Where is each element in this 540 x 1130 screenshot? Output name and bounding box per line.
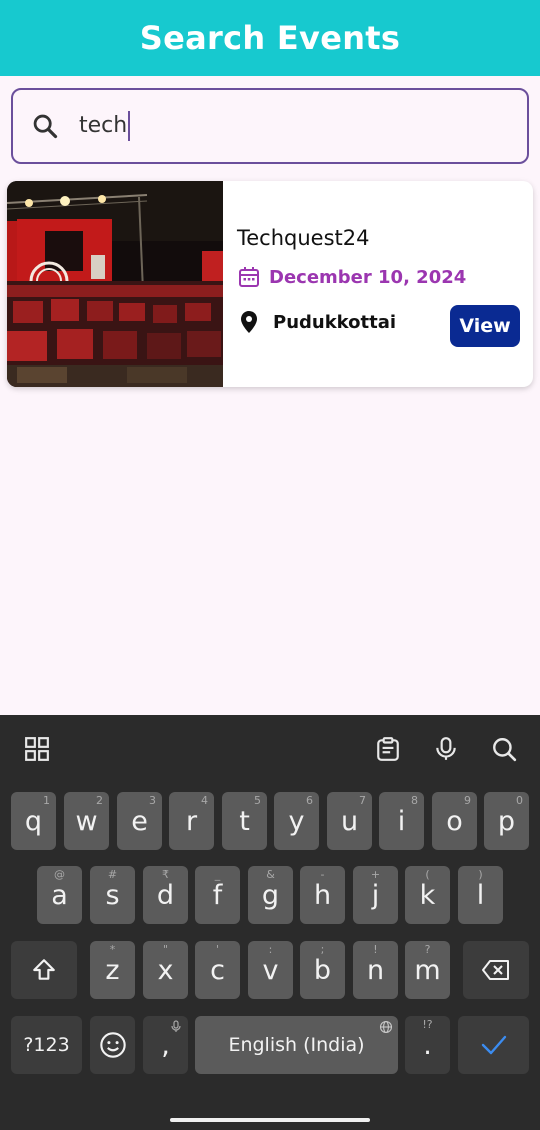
location-pin-icon bbox=[241, 311, 257, 333]
globe-icon bbox=[379, 1020, 393, 1034]
key-q[interactable]: 1q bbox=[11, 792, 56, 850]
text-caret bbox=[128, 111, 131, 141]
key-x[interactable]: " x bbox=[143, 941, 188, 999]
key-s[interactable]: # s bbox=[90, 866, 135, 924]
backspace-key[interactable] bbox=[463, 941, 529, 999]
key-d[interactable]: ₹ d bbox=[143, 866, 188, 924]
checkmark-icon bbox=[481, 1035, 506, 1055]
page-title: Search Events bbox=[139, 19, 401, 57]
key-p[interactable]: 0p bbox=[484, 792, 529, 850]
search-value: tech bbox=[79, 111, 131, 141]
search-icon bbox=[33, 114, 58, 139]
apps-grid-icon[interactable] bbox=[24, 736, 50, 762]
on-screen-keyboard: 1q 2w 3e 4r 5t 6y 7u 8i 9o 0p @ a # s ₹ d _… bbox=[0, 715, 540, 1130]
event-date-row: December 10, 2024 bbox=[237, 265, 466, 289]
key-t[interactable]: 5t bbox=[222, 792, 267, 850]
key-j[interactable]: + j bbox=[353, 866, 398, 924]
event-location-row: Pudukkottai bbox=[239, 310, 396, 334]
key-u[interactable]: 7u bbox=[327, 792, 372, 850]
event-date: December 10, 2024 bbox=[269, 266, 467, 288]
shift-icon bbox=[33, 959, 55, 980]
key-g[interactable]: & g bbox=[248, 866, 293, 924]
done-key[interactable] bbox=[458, 1016, 529, 1074]
event-card[interactable]: Techquest24 December 10, 2024 Pudukkotta… bbox=[7, 181, 533, 387]
emoji-key[interactable] bbox=[90, 1016, 135, 1074]
key-y[interactable]: 6y bbox=[274, 792, 319, 850]
keyboard-search-icon[interactable] bbox=[491, 736, 517, 762]
key-c[interactable]: ' c bbox=[195, 941, 240, 999]
symbols-key[interactable]: ?123 bbox=[11, 1016, 82, 1074]
event-location: Pudukkottai bbox=[273, 311, 397, 333]
view-button[interactable]: View bbox=[450, 305, 520, 347]
comma-key[interactable]: , bbox=[143, 1016, 188, 1074]
key-r[interactable]: 4r bbox=[169, 792, 214, 850]
space-key[interactable]: English (India) bbox=[195, 1016, 398, 1074]
key-n[interactable]: ! n bbox=[353, 941, 398, 999]
shift-key[interactable] bbox=[11, 941, 77, 999]
microphone-icon[interactable] bbox=[433, 736, 459, 762]
key-i[interactable]: 8i bbox=[379, 792, 424, 850]
clipboard-icon[interactable] bbox=[375, 736, 401, 762]
event-name: Techquest24 bbox=[237, 226, 370, 250]
app-bar: Search Events bbox=[0, 0, 540, 76]
key-a[interactable]: @ a bbox=[37, 866, 82, 924]
key-b[interactable]: ; b bbox=[300, 941, 345, 999]
key-e[interactable]: 3e bbox=[117, 792, 162, 850]
mic-hint-icon bbox=[171, 1020, 181, 1032]
key-f[interactable]: _ f bbox=[195, 866, 240, 924]
backspace-icon bbox=[482, 960, 509, 980]
period-key[interactable]: !?. bbox=[405, 1016, 450, 1074]
key-h[interactable]: -h bbox=[300, 866, 345, 924]
search-input[interactable]: tech bbox=[11, 88, 529, 164]
home-indicator[interactable] bbox=[170, 1118, 370, 1122]
key-m[interactable]: ? m bbox=[405, 941, 450, 999]
key-v[interactable]: :v bbox=[248, 941, 293, 999]
key-z[interactable]: * z bbox=[90, 941, 135, 999]
key-l[interactable]: ) l bbox=[458, 866, 503, 924]
key-w[interactable]: 2w bbox=[64, 792, 109, 850]
key-k[interactable]: (k bbox=[405, 866, 450, 924]
emoji-icon bbox=[99, 1032, 126, 1058]
event-image bbox=[7, 181, 223, 387]
calendar-icon bbox=[239, 267, 259, 287]
key-o[interactable]: 9o bbox=[432, 792, 477, 850]
